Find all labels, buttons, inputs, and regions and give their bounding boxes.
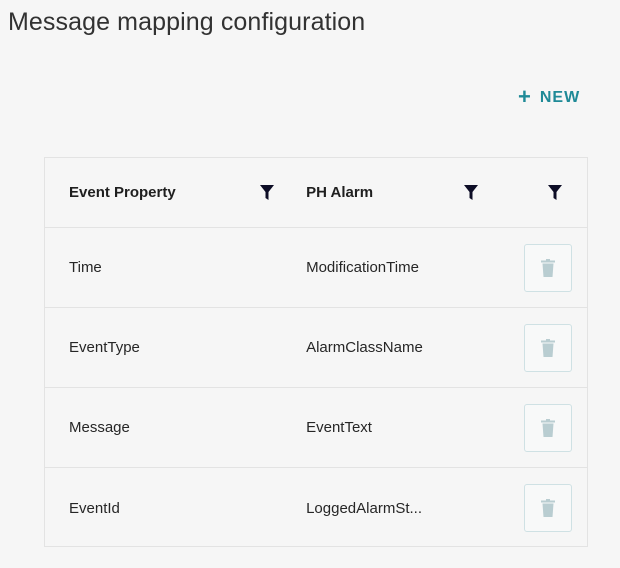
actions-cell — [508, 403, 587, 452]
column-header-label: PH Alarm — [306, 184, 374, 201]
trash-icon — [540, 418, 555, 437]
table-row[interactable]: Time ModificationTime — [45, 228, 587, 308]
page-title: Message mapping configuration — [8, 8, 366, 36]
column-header-ph-alarm[interactable]: PH Alarm — [294, 184, 508, 201]
event-property-cell: Time — [69, 259, 102, 276]
table-row[interactable]: EventType AlarmClassName — [45, 308, 587, 388]
column-header-label: Event Property — [69, 184, 176, 201]
delete-button[interactable] — [523, 243, 572, 292]
filter-icon[interactable] — [547, 184, 562, 201]
trash-icon — [540, 338, 555, 357]
table-row[interactable]: EventId LoggedAlarmSt... — [45, 468, 587, 548]
new-button[interactable]: + NEW — [518, 84, 581, 109]
ph-alarm-cell: ModificationTime — [306, 259, 419, 276]
filter-icon[interactable] — [464, 184, 479, 201]
column-header-event-property[interactable]: Event Property — [45, 184, 294, 201]
trash-icon — [540, 499, 555, 517]
grid-header-row: Event Property PH Alarm — [45, 158, 587, 228]
actions-cell — [508, 243, 587, 292]
delete-button[interactable] — [523, 484, 572, 532]
event-property-cell: Message — [69, 419, 130, 436]
delete-button[interactable] — [523, 323, 572, 372]
table-row[interactable]: Message EventText — [45, 388, 587, 468]
new-button-label: NEW — [539, 89, 581, 106]
plus-icon: + — [518, 84, 532, 109]
ph-alarm-cell: EventText — [306, 419, 372, 436]
delete-button[interactable] — [523, 403, 572, 452]
ph-alarm-cell: LoggedAlarmSt... — [306, 499, 422, 517]
trash-icon — [540, 258, 555, 277]
mapping-grid: Event Property PH Alarm Time Modificatio… — [44, 157, 588, 547]
actions-cell — [508, 323, 587, 372]
event-property-cell: EventType — [69, 339, 140, 356]
column-header-actions[interactable] — [508, 184, 587, 201]
filter-icon[interactable] — [260, 184, 275, 201]
actions-cell — [508, 484, 587, 532]
ph-alarm-cell: AlarmClassName — [306, 339, 423, 356]
event-property-cell: EventId — [69, 499, 120, 517]
